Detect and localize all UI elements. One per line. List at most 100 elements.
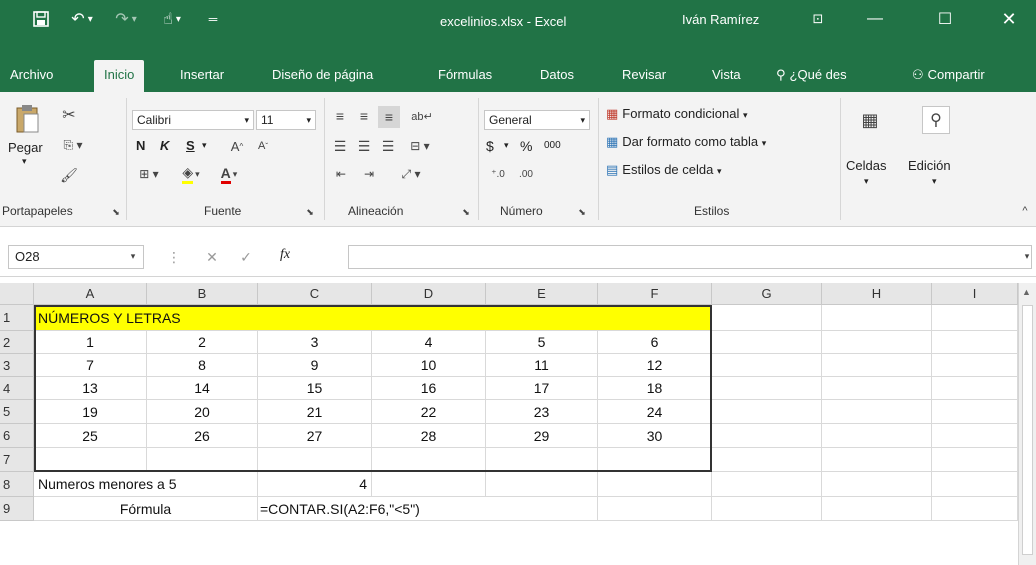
font-color-icon[interactable]: A ▾ <box>212 164 246 184</box>
search-icon[interactable]: ⚲ <box>922 106 950 134</box>
cell-a4[interactable]: 13 <box>34 377 147 400</box>
thousands-button[interactable]: 000 <box>544 140 561 151</box>
cell-g5[interactable] <box>712 400 822 424</box>
cell-f8[interactable] <box>598 472 712 497</box>
font-launcher-icon[interactable]: ⬊ <box>304 206 316 218</box>
cell-e7[interactable] <box>486 448 598 472</box>
cell-f4[interactable]: 18 <box>598 377 712 400</box>
align-top-icon[interactable]: ≡ <box>330 106 350 126</box>
row-header-2[interactable]: 2 <box>0 331 34 354</box>
cell-h1[interactable] <box>822 305 932 331</box>
tab-inicio[interactable]: Inicio <box>94 60 145 92</box>
cell-i9[interactable] <box>932 497 1018 521</box>
number-launcher-icon[interactable]: ⬊ <box>576 206 588 218</box>
cell-b3[interactable]: 8 <box>147 354 258 377</box>
ribbon-display-icon[interactable]: ⊡ <box>800 6 836 32</box>
cell-g9[interactable] <box>712 497 822 521</box>
cell-b2[interactable]: 2 <box>147 331 258 354</box>
cell-f3[interactable]: 12 <box>598 354 712 377</box>
row-header-1[interactable]: 1 <box>0 305 34 331</box>
collapse-ribbon-icon[interactable]: ^ <box>1018 204 1032 218</box>
tab-diseno-pagina[interactable]: Diseño de página <box>272 64 373 86</box>
row-header-3[interactable]: 3 <box>0 354 34 377</box>
select-all-corner[interactable] <box>0 283 34 305</box>
redo-icon[interactable]: ↷ ▾ <box>108 6 144 32</box>
cell-h7[interactable] <box>822 448 932 472</box>
name-box-dropdown-icon[interactable]: ▾ <box>126 249 140 263</box>
cell-h4[interactable] <box>822 377 932 400</box>
cell-b5[interactable]: 20 <box>147 400 258 424</box>
underline-button[interactable]: S <box>186 138 195 153</box>
row-header-6[interactable]: 6 <box>0 424 34 448</box>
cell-a7[interactable] <box>34 448 147 472</box>
clipboard-launcher-icon[interactable]: ⬊ <box>110 206 122 218</box>
cell-h6[interactable] <box>822 424 932 448</box>
decrease-indent-icon[interactable]: ⇤ <box>330 164 352 184</box>
cells-dropdown-icon[interactable]: ▾ <box>864 176 869 187</box>
column-header-f[interactable]: F <box>598 283 712 305</box>
cell-b7[interactable] <box>147 448 258 472</box>
borders-icon[interactable]: ⊞ ▾ <box>134 164 164 184</box>
share-button[interactable]: ⚇ Compartir <box>912 64 985 86</box>
cell-d8[interactable] <box>372 472 486 497</box>
enter-icon[interactable]: ✓ <box>236 247 256 267</box>
undo-icon[interactable]: ↶ ▾ <box>64 6 100 32</box>
cell-f2[interactable]: 6 <box>598 331 712 354</box>
cell-e3[interactable]: 11 <box>486 354 598 377</box>
cell-f5[interactable]: 24 <box>598 400 712 424</box>
row-header-7[interactable]: 7 <box>0 448 34 472</box>
row-header-5[interactable]: 5 <box>0 400 34 424</box>
cell-c2[interactable]: 3 <box>258 331 372 354</box>
bold-button[interactable]: N <box>136 138 145 153</box>
cell-e9[interactable] <box>486 497 598 521</box>
cut-icon[interactable]: ✂ <box>58 104 80 126</box>
cell-a6[interactable]: 25 <box>34 424 147 448</box>
cell-h8[interactable] <box>822 472 932 497</box>
touch-mode-icon[interactable]: ☝ ▾ <box>152 6 192 32</box>
align-middle-icon[interactable]: ≡ <box>354 106 374 126</box>
column-header-e[interactable]: E <box>486 283 598 305</box>
currency-dropdown-icon[interactable]: ▾ <box>504 140 509 151</box>
tab-vista[interactable]: Vista <box>712 64 741 86</box>
tab-datos[interactable]: Datos <box>540 64 574 86</box>
cell-g2[interactable] <box>712 331 822 354</box>
cell-a1-title[interactable]: NÚMEROS Y LETRAS <box>34 305 712 331</box>
row-header-4[interactable]: 4 <box>0 377 34 400</box>
increase-decimal-icon[interactable]: ⁺.0 <box>486 164 510 184</box>
cells-button[interactable]: Celdas <box>846 158 886 173</box>
format-painter-icon[interactable]: 🖌 <box>58 164 80 186</box>
cell-d5[interactable]: 22 <box>372 400 486 424</box>
cell-c9-formula[interactable]: =CONTAR.SI(A2:F6,"<5") <box>258 497 486 521</box>
wrap-text-icon[interactable]: ab↵ <box>410 104 434 128</box>
conditional-format-button[interactable]: ▦ Formato condicional ▾ <box>606 106 748 122</box>
cell-a2[interactable]: 1 <box>34 331 147 354</box>
scroll-up-icon[interactable]: ▲ <box>1022 287 1031 297</box>
increase-indent-icon[interactable]: ⇥ <box>358 164 380 184</box>
align-right-icon[interactable]: ☰ <box>378 136 398 156</box>
cell-b4[interactable]: 14 <box>147 377 258 400</box>
column-header-i[interactable]: I <box>932 283 1018 305</box>
percent-button[interactable]: % <box>520 138 532 154</box>
cell-h9[interactable] <box>822 497 932 521</box>
cell-f6[interactable]: 30 <box>598 424 712 448</box>
cell-g8[interactable] <box>712 472 822 497</box>
paste-icon[interactable] <box>12 104 42 134</box>
cell-g4[interactable] <box>712 377 822 400</box>
currency-button[interactable]: $ <box>486 138 494 154</box>
cell-c8[interactable]: 4 <box>258 472 372 497</box>
cell-i6[interactable] <box>932 424 1018 448</box>
maximize-icon[interactable]: ☐ <box>920 6 970 32</box>
formula-input[interactable] <box>348 245 1032 269</box>
customize-qat-icon[interactable]: ═ <box>200 6 226 32</box>
tab-archivo[interactable]: Archivo <box>10 64 53 86</box>
expand-formula-icon[interactable]: ▾ <box>1020 249 1034 263</box>
cell-a9[interactable]: Fórmula <box>34 497 258 521</box>
minimize-icon[interactable]: — <box>850 6 900 32</box>
formula-bar-handle-icon[interactable]: ⋮ <box>167 249 181 265</box>
cell-i2[interactable] <box>932 331 1018 354</box>
format-as-table-button[interactable]: ▦ Dar formato como tabla ▾ <box>606 134 766 150</box>
cell-i5[interactable] <box>932 400 1018 424</box>
tell-me-search[interactable]: ⚲ ¿Qué des <box>776 64 847 86</box>
cell-d7[interactable] <box>372 448 486 472</box>
orientation-icon[interactable]: ⤢ ▾ <box>394 164 428 184</box>
